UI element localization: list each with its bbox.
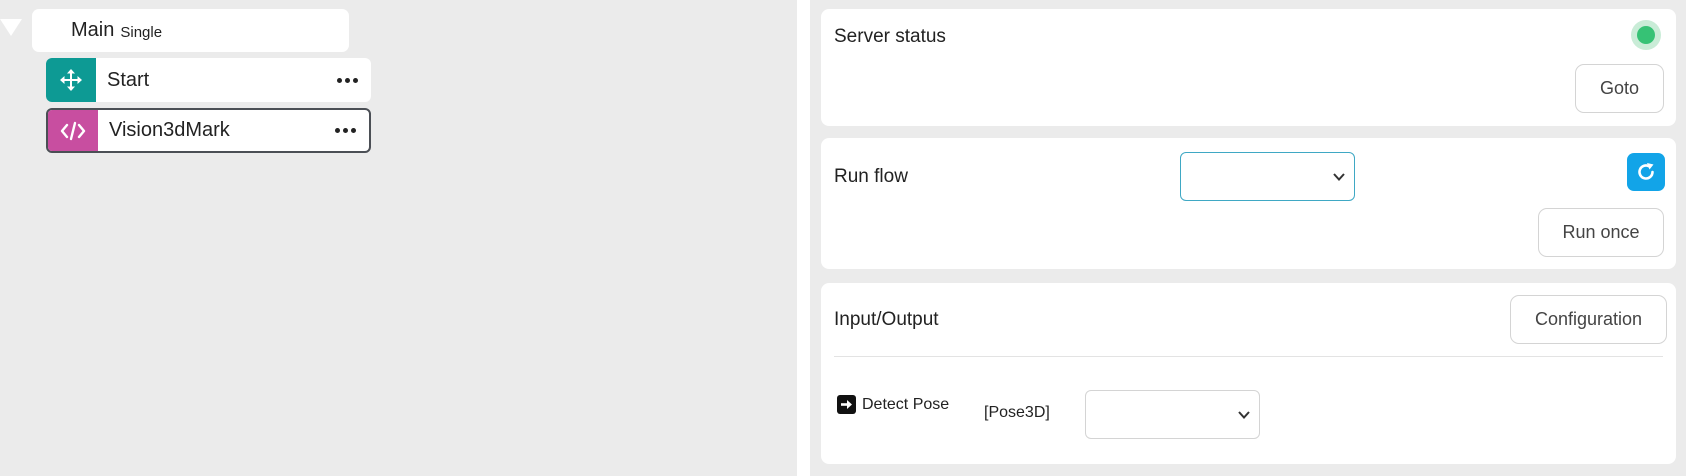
move-arrows-icon <box>46 58 96 102</box>
chevron-down-icon <box>1238 410 1250 419</box>
server-status-card: Server status Goto <box>821 9 1676 126</box>
run-once-button[interactable]: Run once <box>1538 208 1664 257</box>
status-indicator <box>1631 20 1661 50</box>
input-output-card: Input/Output Configuration Detect Pose [… <box>821 283 1676 464</box>
refresh-icon <box>1638 163 1654 180</box>
tree-root-subtitle: Single <box>120 24 163 41</box>
panel-splitter[interactable] <box>797 0 810 476</box>
collapse-caret-icon[interactable] <box>0 19 22 36</box>
more-options-icon[interactable] <box>321 110 369 151</box>
tree-root-title: Main <box>71 19 115 41</box>
input-output-title: Input/Output <box>834 309 939 330</box>
refresh-button[interactable] <box>1627 153 1665 191</box>
app-root: Main Single Start Vision3dMark Server st… <box>0 0 1686 476</box>
status-dot-icon <box>1637 26 1655 44</box>
more-options-icon[interactable] <box>323 58 371 102</box>
io-item-name: Detect Pose <box>862 395 950 413</box>
code-icon <box>48 110 98 151</box>
server-status-title: Server status <box>834 26 946 47</box>
chevron-down-icon <box>1333 172 1345 181</box>
io-item-detect-pose: Detect Pose <box>837 395 949 414</box>
tree-root-main[interactable]: Main Single <box>32 9 349 52</box>
flow-node-start[interactable]: Start <box>46 58 371 102</box>
goto-button[interactable]: Goto <box>1575 64 1664 113</box>
flow-node-label: Vision3dMark <box>109 119 230 141</box>
io-divider <box>834 356 1663 357</box>
flow-node-vision3dmark[interactable]: Vision3dMark <box>46 108 371 153</box>
output-arrow-icon <box>837 395 856 414</box>
flow-select[interactable] <box>1180 152 1355 201</box>
flow-node-label: Start <box>107 68 150 91</box>
flow-tree-panel: Main Single Start Vision3dMark <box>0 0 797 476</box>
configuration-button[interactable]: Configuration <box>1510 295 1667 344</box>
run-flow-card: Run flow Run once <box>821 138 1676 269</box>
io-item-type: [Pose3D] <box>984 404 1050 421</box>
detect-pose-select[interactable] <box>1085 390 1260 439</box>
settings-panel: Server status Goto Run flow Run once Inp… <box>810 0 1686 476</box>
run-flow-title: Run flow <box>834 166 908 187</box>
